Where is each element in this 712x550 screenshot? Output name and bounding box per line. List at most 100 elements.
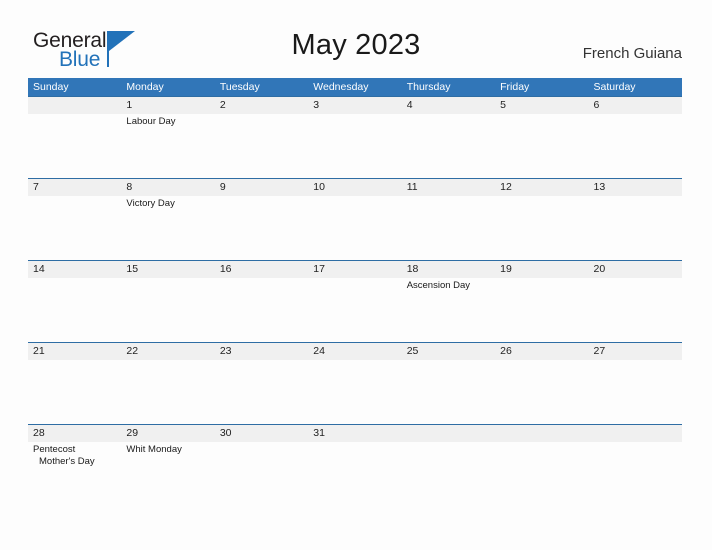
day-number-empty bbox=[589, 425, 682, 442]
calendar-week-row: 21 22 23 24 25 26 27 bbox=[28, 342, 682, 424]
day-number[interactable]: 11 bbox=[402, 179, 495, 196]
day-events-cell bbox=[589, 360, 682, 424]
day-events-cell bbox=[308, 278, 401, 342]
day-events-cell bbox=[28, 360, 121, 424]
day-number[interactable]: 31 bbox=[308, 425, 401, 442]
week-events-band: Ascension Day bbox=[28, 278, 682, 342]
day-events-cell bbox=[402, 360, 495, 424]
day-events-cell bbox=[308, 196, 401, 260]
day-number[interactable]: 22 bbox=[121, 343, 214, 360]
week-events-band: Pentecost Mother's Day Whit Monday bbox=[28, 442, 682, 506]
day-number[interactable]: 16 bbox=[215, 261, 308, 278]
day-number-empty bbox=[402, 425, 495, 442]
day-events-cell bbox=[215, 442, 308, 506]
calendar-page: General Blue May 2023 French Guiana Sund… bbox=[0, 0, 712, 550]
day-events-cell: Pentecost Mother's Day bbox=[28, 442, 121, 506]
week-date-band: 14 15 16 17 18 19 20 bbox=[28, 261, 682, 278]
day-number[interactable]: 8 bbox=[121, 179, 214, 196]
day-number[interactable]: 3 bbox=[308, 97, 401, 114]
day-events-cell: Whit Monday bbox=[121, 442, 214, 506]
day-events-cell bbox=[28, 278, 121, 342]
page-header: General Blue May 2023 French Guiana bbox=[0, 0, 712, 78]
calendar-week-row: 1 2 3 4 5 6 Labour Day bbox=[28, 96, 682, 178]
day-number[interactable]: 13 bbox=[589, 179, 682, 196]
day-events-cell bbox=[589, 196, 682, 260]
day-events-cell bbox=[402, 442, 495, 506]
day-events-cell bbox=[308, 360, 401, 424]
weekday-header-wednesday: Wednesday bbox=[313, 81, 369, 93]
holiday-event[interactable]: Labour Day bbox=[126, 116, 214, 128]
calendar-week-row: 7 8 9 10 11 12 13 Victory Day bbox=[28, 178, 682, 260]
weekday-header-row: Sunday Monday Tuesday Wednesday Thursday… bbox=[28, 78, 682, 96]
day-events-cell bbox=[495, 196, 588, 260]
week-date-band: 28 29 30 31 bbox=[28, 425, 682, 442]
day-number[interactable]: 17 bbox=[308, 261, 401, 278]
day-number[interactable]: 18 bbox=[402, 261, 495, 278]
day-number-empty bbox=[495, 425, 588, 442]
calendar-weeks: 1 2 3 4 5 6 Labour Day 7 8 9 10 11 12 13 Victory Day 14… bbox=[28, 96, 682, 506]
weekday-header-saturday: Saturday bbox=[593, 81, 636, 93]
day-events-cell bbox=[28, 114, 121, 178]
day-number[interactable]: 10 bbox=[308, 179, 401, 196]
day-events-cell: Ascension Day bbox=[402, 278, 495, 342]
day-number[interactable]: 24 bbox=[308, 343, 401, 360]
day-number[interactable]: 6 bbox=[589, 97, 682, 114]
day-events-cell bbox=[495, 360, 588, 424]
day-number[interactable]: 9 bbox=[215, 179, 308, 196]
day-number[interactable]: 7 bbox=[28, 179, 121, 196]
weekday-header-thursday: Thursday bbox=[406, 81, 451, 93]
day-number[interactable]: 25 bbox=[402, 343, 495, 360]
day-number[interactable]: 5 bbox=[495, 97, 588, 114]
day-events-cell bbox=[495, 114, 588, 178]
day-number[interactable]: 20 bbox=[589, 261, 682, 278]
day-events-cell: Victory Day bbox=[121, 196, 214, 260]
weekday-header-tuesday: Tuesday bbox=[219, 81, 260, 93]
day-events-cell bbox=[28, 196, 121, 260]
week-events-band bbox=[28, 360, 682, 424]
day-events-cell bbox=[495, 278, 588, 342]
day-events-cell bbox=[589, 278, 682, 342]
day-number[interactable]: 4 bbox=[402, 97, 495, 114]
day-events-cell: Labour Day bbox=[121, 114, 214, 178]
holiday-event[interactable]: Ascension Day bbox=[407, 280, 495, 292]
day-events-cell bbox=[121, 360, 214, 424]
day-number[interactable]: 21 bbox=[28, 343, 121, 360]
holiday-event[interactable]: Victory Day bbox=[126, 198, 214, 210]
day-number[interactable]: 28 bbox=[28, 425, 121, 442]
day-number[interactable]: 30 bbox=[215, 425, 308, 442]
calendar-week-row: 14 15 16 17 18 19 20 Ascension Day bbox=[28, 260, 682, 342]
day-events-cell bbox=[589, 442, 682, 506]
day-number[interactable]: 2 bbox=[215, 97, 308, 114]
day-number[interactable]: 29 bbox=[121, 425, 214, 442]
week-date-band: 7 8 9 10 11 12 13 bbox=[28, 179, 682, 196]
day-events-cell bbox=[402, 114, 495, 178]
day-number[interactable]: 12 bbox=[495, 179, 588, 196]
week-events-band: Victory Day bbox=[28, 196, 682, 260]
holiday-event[interactable]: Whit Monday bbox=[126, 444, 214, 456]
week-date-band: 21 22 23 24 25 26 27 bbox=[28, 343, 682, 360]
day-number[interactable]: 27 bbox=[589, 343, 682, 360]
day-number[interactable]: 1 bbox=[121, 97, 214, 114]
week-date-band: 123456 bbox=[28, 97, 682, 114]
day-number[interactable]: 19 bbox=[495, 261, 588, 278]
calendar-week-row: 28 29 30 31 Pentecost Mother's Day Whit Monday bbox=[28, 424, 682, 506]
week-events-band: Labour Day bbox=[28, 114, 682, 178]
day-events-cell bbox=[215, 114, 308, 178]
day-number[interactable]: 26 bbox=[495, 343, 588, 360]
holiday-event[interactable]: Mother's Day bbox=[33, 456, 121, 468]
calendar-grid: Sunday Monday Tuesday Wednesday Thursday… bbox=[28, 78, 682, 506]
calendar-location: French Guiana bbox=[582, 45, 682, 62]
day-number[interactable]: 15 bbox=[121, 261, 214, 278]
day-events-cell bbox=[589, 114, 682, 178]
day-number[interactable]: 14 bbox=[28, 261, 121, 278]
day-events-cell bbox=[215, 360, 308, 424]
day-events-cell bbox=[215, 196, 308, 260]
weekday-header-sunday: Sunday bbox=[33, 81, 69, 93]
holiday-event[interactable]: Pentecost bbox=[33, 444, 121, 456]
weekday-header-monday: Monday bbox=[126, 81, 164, 93]
day-events-cell bbox=[402, 196, 495, 260]
day-events-cell bbox=[121, 278, 214, 342]
day-number[interactable]: 23 bbox=[215, 343, 308, 360]
day-events-cell bbox=[308, 114, 401, 178]
day-events-cell bbox=[308, 442, 401, 506]
